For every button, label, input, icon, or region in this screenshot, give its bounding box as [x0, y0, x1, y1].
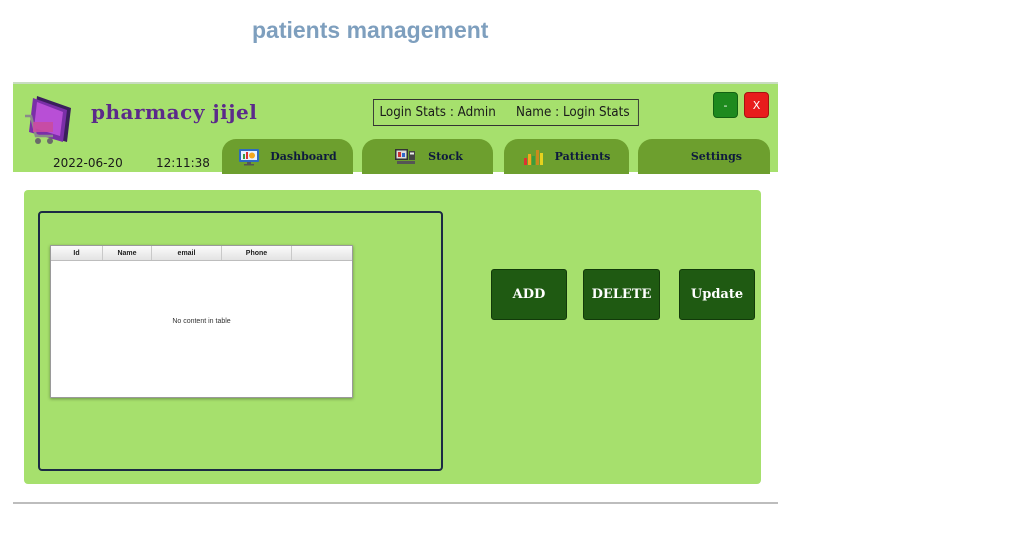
current-date: 2022-06-20 — [53, 156, 123, 170]
tab-patients-label: Pattients — [554, 150, 611, 163]
tab-settings-label: Settings — [690, 150, 742, 163]
stock-icon — [395, 148, 416, 164]
table-container: Id Name email Phone No content in table — [38, 211, 443, 471]
content-panel: Id Name email Phone No content in table … — [24, 190, 761, 484]
app-window: pharmacy jijel Login Stats : Admin Name … — [13, 82, 778, 504]
column-header-id[interactable]: Id — [51, 246, 103, 260]
delete-button[interactable]: DELETE — [583, 269, 660, 320]
minimize-button[interactable]: - — [713, 92, 738, 118]
bar-chart-icon — [523, 149, 543, 165]
dashboard-icon — [239, 148, 260, 165]
table-header: Id Name email Phone — [51, 246, 352, 261]
header-bar: pharmacy jijel Login Stats : Admin Name … — [13, 82, 778, 174]
tab-patients[interactable]: Pattients — [504, 139, 629, 174]
tab-settings[interactable]: Settings — [638, 139, 770, 174]
page-heading: patients management — [252, 17, 489, 43]
patients-table[interactable]: Id Name email Phone No content in table — [50, 245, 353, 398]
tab-stock-label: Stock — [428, 150, 463, 163]
tab-dashboard[interactable]: Dashboard — [222, 139, 353, 174]
app-title: pharmacy jijel — [91, 100, 258, 124]
shopping-cart-logo-icon — [25, 96, 71, 144]
column-header-name[interactable]: Name — [103, 246, 152, 260]
empty-table-message: No content in table — [172, 318, 231, 325]
update-button[interactable]: Update — [679, 269, 755, 320]
column-header-phone[interactable]: Phone — [222, 246, 292, 260]
close-button[interactable]: X — [744, 92, 769, 118]
tab-stock[interactable]: Stock — [362, 139, 493, 174]
column-header-email[interactable]: email — [152, 246, 222, 260]
login-stats-text: Login Stats : Admin — [379, 105, 496, 120]
tab-dashboard-label: Dashboard — [270, 150, 337, 163]
current-time: 12:11:38 — [156, 156, 210, 170]
login-name-text: Name : Login Stats — [516, 105, 630, 120]
login-status-box: Login Stats : Admin Name : Login Stats — [373, 99, 639, 126]
add-button[interactable]: ADD — [491, 269, 567, 320]
